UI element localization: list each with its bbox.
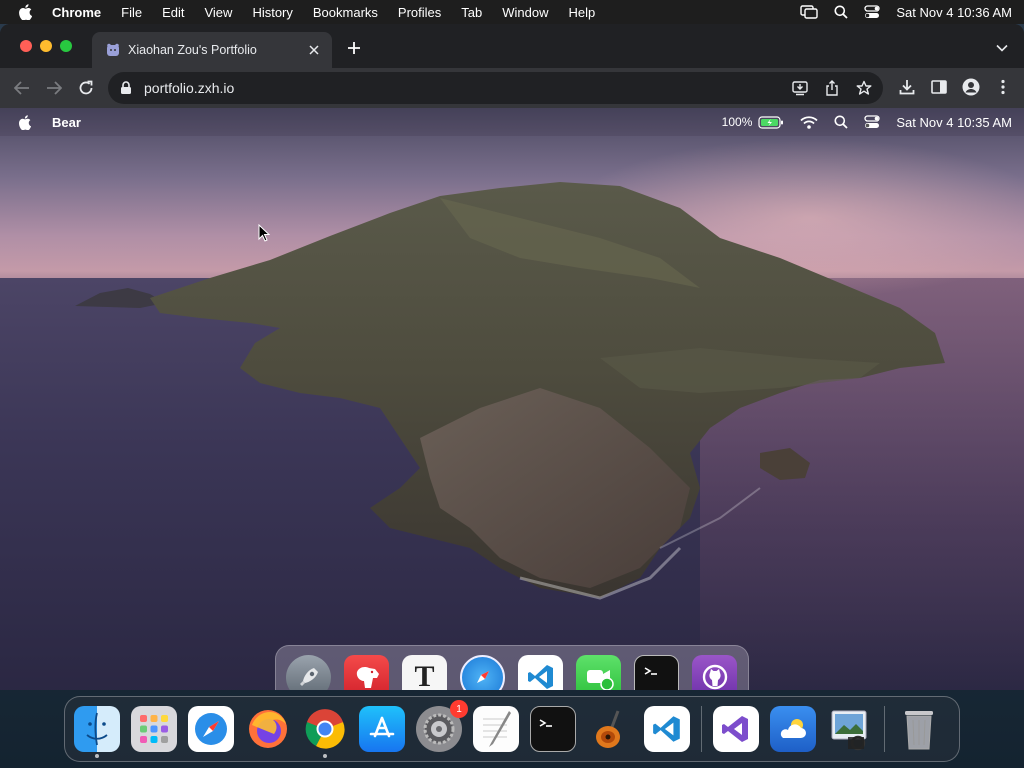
menubar-app-name[interactable]: Chrome — [52, 5, 101, 20]
chrome-icon[interactable] — [302, 706, 348, 758]
vscode-icon[interactable] — [644, 706, 690, 752]
tab-search-chevron-icon[interactable] — [994, 40, 1010, 56]
system-preferences-badge: 1 — [450, 700, 468, 718]
kebab-menu-icon[interactable] — [994, 78, 1012, 96]
textedit-icon[interactable] — [473, 706, 519, 752]
reload-icon[interactable] — [76, 78, 96, 98]
menu-file[interactable]: File — [121, 5, 142, 20]
firefox-icon[interactable] — [245, 706, 291, 752]
portfolio-spotlight-icon[interactable] — [834, 115, 849, 129]
screen-mirroring-icon[interactable] — [800, 5, 819, 19]
garageband-icon[interactable] — [587, 706, 633, 752]
trash-icon[interactable] — [896, 706, 942, 752]
vscode-icon[interactable] — [518, 654, 563, 690]
back-arrow-icon[interactable] — [12, 78, 32, 98]
side-panel-icon[interactable] — [930, 78, 948, 96]
bear-favicon-icon — [106, 43, 120, 57]
mouse-cursor-icon — [258, 224, 270, 242]
host-dock: 1 — [64, 696, 960, 762]
menu-help[interactable]: Help — [569, 5, 596, 20]
chrome-running-indicator — [323, 754, 327, 758]
preview-icon[interactable] — [827, 706, 873, 752]
portfolio-desktop: Bear 100% Sat Nov 4 10:35 AM T — [0, 108, 1024, 690]
zoom-window-button[interactable] — [60, 40, 72, 52]
typora-icon[interactable]: T — [402, 654, 447, 690]
battery-percent: 100% — [721, 115, 753, 129]
menu-history[interactable]: History — [252, 5, 292, 20]
github-icon[interactable] — [692, 654, 737, 690]
dock-separator — [701, 706, 702, 752]
finder-icon[interactable] — [74, 706, 120, 758]
menubar-clock[interactable]: Sat Nov 4 10:36 AM — [896, 5, 1012, 20]
tab-strip: Xiaohan Zou's Portfolio — [0, 24, 1024, 68]
bear-icon[interactable] — [344, 654, 389, 690]
close-tab-icon[interactable] — [306, 42, 322, 58]
new-tab-plus-icon[interactable] — [344, 38, 364, 58]
host-menubar: Chrome File Edit View History Bookmarks … — [0, 0, 1024, 24]
control-center-icon[interactable] — [864, 5, 881, 19]
weather-icon[interactable] — [770, 706, 816, 752]
menu-bookmarks[interactable]: Bookmarks — [313, 5, 378, 20]
portfolio-app-name[interactable]: Bear — [52, 115, 81, 130]
spotlight-search-icon[interactable] — [834, 5, 849, 19]
wallpaper-catalina-island — [75, 182, 945, 600]
finder-running-indicator — [95, 754, 99, 758]
apple-menu-icon[interactable] — [18, 4, 34, 20]
profile-avatar-icon[interactable] — [962, 78, 980, 96]
safari-icon[interactable] — [188, 706, 234, 752]
menu-profiles[interactable]: Profiles — [398, 5, 441, 20]
menu-window[interactable]: Window — [502, 5, 548, 20]
close-window-button[interactable] — [20, 40, 32, 52]
launchpad-icon[interactable] — [286, 654, 331, 690]
install-app-icon[interactable] — [791, 79, 809, 97]
system-preferences-icon[interactable]: 1 — [416, 700, 468, 752]
visual-studio-icon[interactable] — [713, 706, 759, 752]
url-text[interactable]: portfolio.zxh.io — [144, 80, 791, 96]
minimize-window-button[interactable] — [40, 40, 52, 52]
battery-charging-icon[interactable] — [758, 115, 784, 129]
window-controls — [20, 40, 72, 52]
bookmark-star-icon[interactable] — [855, 79, 873, 97]
wifi-icon[interactable] — [800, 115, 819, 129]
chrome-window: Xiaohan Zou's Portfolio portfolio.zxh.io — [0, 24, 1024, 690]
facetime-icon[interactable] — [576, 654, 621, 690]
share-icon[interactable] — [823, 79, 841, 97]
tab-title: Xiaohan Zou's Portfolio — [128, 43, 257, 57]
app-store-icon[interactable] — [359, 706, 405, 752]
downloads-icon[interactable] — [898, 78, 916, 96]
portfolio-apple-menu-icon[interactable] — [18, 114, 32, 130]
browser-toolbar: portfolio.zxh.io — [0, 68, 1024, 108]
portfolio-clock[interactable]: Sat Nov 4 10:35 AM — [896, 115, 1012, 130]
terminal-icon[interactable] — [634, 654, 679, 690]
safari-icon[interactable] — [460, 654, 505, 690]
address-bar[interactable]: portfolio.zxh.io — [108, 72, 883, 104]
forward-arrow-icon[interactable] — [44, 78, 64, 98]
menu-view[interactable]: View — [204, 5, 232, 20]
launchpad-icon[interactable] — [131, 706, 177, 752]
portfolio-dock: T — [275, 645, 749, 690]
menu-tab[interactable]: Tab — [461, 5, 482, 20]
portfolio-control-center-icon[interactable] — [864, 115, 881, 129]
portfolio-menubar: Bear 100% Sat Nov 4 10:35 AM — [0, 108, 1024, 136]
dock-separator — [884, 706, 885, 752]
lock-icon[interactable] — [120, 81, 134, 95]
browser-tab-active[interactable]: Xiaohan Zou's Portfolio — [92, 32, 332, 68]
terminal-icon[interactable] — [530, 706, 576, 752]
menu-edit[interactable]: Edit — [162, 5, 184, 20]
